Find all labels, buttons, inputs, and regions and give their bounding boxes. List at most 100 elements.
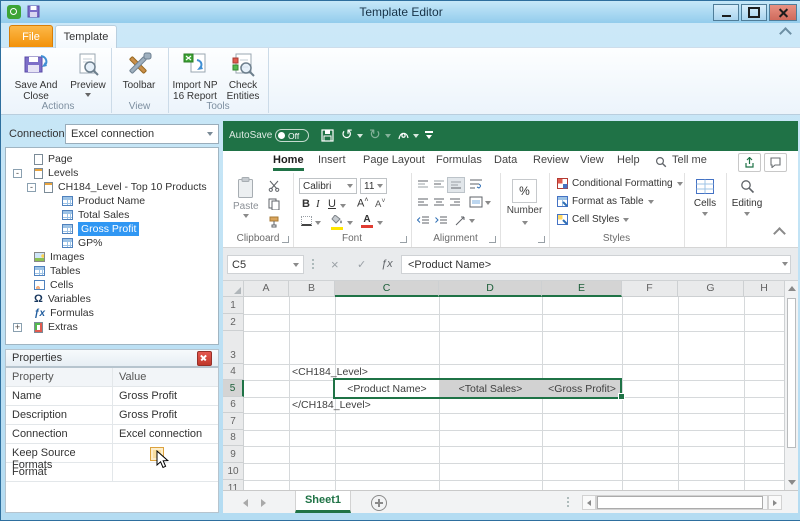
select-all-corner[interactable] bbox=[223, 281, 244, 297]
toolbar-button[interactable]: Toolbar bbox=[113, 50, 165, 91]
expand-formula-bar-caret[interactable] bbox=[782, 262, 788, 266]
fill-color-button[interactable] bbox=[331, 214, 344, 230]
enter-icon[interactable]: ✓ bbox=[357, 258, 366, 271]
row-header-3[interactable]: 3 bbox=[223, 331, 244, 364]
align-center-icon[interactable] bbox=[433, 198, 445, 207]
tree-item-variables[interactable]: Ω Variables bbox=[34, 292, 91, 306]
tabbar-resize-grip[interactable] bbox=[567, 496, 569, 508]
align-left-icon[interactable] bbox=[417, 198, 429, 207]
tree-item-product-name[interactable]: Product Name bbox=[62, 194, 145, 208]
share-button[interactable] bbox=[738, 153, 761, 172]
tab-template[interactable]: Template bbox=[55, 25, 117, 48]
customize-qat-icon[interactable] bbox=[425, 131, 433, 139]
font-color-button[interactable]: A bbox=[361, 213, 373, 228]
row-header-2[interactable]: 2 bbox=[223, 314, 244, 331]
property-row-connection[interactable]: Connection Excel connection bbox=[6, 425, 218, 444]
undo-icon[interactable]: ↺ bbox=[341, 126, 353, 143]
row-header-5[interactable]: 5 bbox=[223, 380, 244, 397]
property-row-format[interactable]: Format bbox=[6, 463, 218, 482]
next-sheet-arrow[interactable] bbox=[261, 499, 266, 507]
vertical-scrollbar[interactable] bbox=[784, 281, 798, 490]
tree-expander-ch184[interactable]: - bbox=[27, 183, 36, 192]
new-sheet-button[interactable] bbox=[371, 495, 387, 511]
row-header-6[interactable]: 6 bbox=[223, 397, 244, 413]
column-header-e[interactable]: E bbox=[542, 281, 622, 297]
cell-d5-selected[interactable]: <Total Sales> bbox=[439, 380, 542, 397]
excel-save-icon[interactable] bbox=[321, 129, 334, 145]
excel-tab-help[interactable]: Help bbox=[617, 154, 640, 166]
excel-tab-view[interactable]: View bbox=[580, 154, 604, 166]
merge-caret[interactable] bbox=[485, 201, 491, 205]
tree-item-levels[interactable]: Levels bbox=[34, 166, 78, 180]
prev-sheet-arrow[interactable] bbox=[243, 499, 248, 507]
ink-icon[interactable] bbox=[397, 129, 410, 145]
redo-icon[interactable]: ↻ bbox=[369, 126, 381, 143]
copy-button[interactable] bbox=[267, 197, 281, 211]
paste-button[interactable]: Paste bbox=[233, 177, 259, 218]
tree-item-cells[interactable]: Cells bbox=[34, 278, 73, 292]
app-collapse-ribbon-chevron[interactable] bbox=[779, 27, 792, 40]
font-name-combo[interactable]: Calibri bbox=[299, 178, 357, 194]
comments-button[interactable] bbox=[764, 153, 787, 172]
tree-item-formulas[interactable]: ƒx Formulas bbox=[34, 306, 94, 320]
properties-close-button[interactable] bbox=[197, 350, 212, 366]
format-painter-button[interactable] bbox=[267, 215, 281, 229]
align-top-icon[interactable] bbox=[417, 180, 429, 189]
decrease-indent-icon[interactable] bbox=[417, 216, 430, 225]
ink-caret[interactable] bbox=[413, 134, 419, 138]
sheet-tab-sheet1[interactable]: Sheet1 bbox=[295, 491, 351, 513]
excel-collapse-ribbon-chevron[interactable] bbox=[773, 227, 786, 240]
clipboard-dialog-launcher[interactable] bbox=[282, 236, 289, 243]
tree-item-page[interactable]: Page bbox=[34, 152, 73, 166]
property-row-description[interactable]: Description Gross Profit bbox=[6, 406, 218, 425]
vertical-scroll-thumb[interactable] bbox=[787, 298, 796, 448]
minimize-button[interactable] bbox=[713, 4, 739, 21]
property-row-name[interactable]: Name Gross Profit bbox=[6, 387, 218, 406]
scroll-down-arrow[interactable] bbox=[785, 475, 798, 490]
conditional-formatting-button[interactable]: Conditional Formatting bbox=[557, 178, 683, 189]
orientation-icon[interactable] bbox=[455, 215, 467, 226]
tell-me-label[interactable]: Tell me bbox=[672, 154, 707, 166]
tree-item-ch184-level[interactable]: CH184_Level - Top 10 Products bbox=[44, 180, 207, 194]
fill-caret[interactable] bbox=[347, 221, 353, 225]
cut-button[interactable] bbox=[267, 179, 281, 193]
excel-tab-home[interactable]: Home bbox=[273, 154, 304, 171]
redo-caret[interactable] bbox=[385, 134, 391, 138]
font-dialog-launcher[interactable] bbox=[400, 236, 407, 243]
save-and-close-button[interactable]: Save And Close bbox=[9, 50, 63, 102]
cell-e5-selected[interactable]: <Gross Profit> bbox=[542, 380, 622, 397]
cell-b6[interactable]: </CH184_Level> bbox=[289, 397, 371, 413]
tree-item-tables[interactable]: Tables bbox=[34, 264, 80, 278]
percent-style-button[interactable]: % bbox=[512, 179, 537, 203]
font-color-caret[interactable] bbox=[377, 221, 383, 225]
excel-tab-insert[interactable]: Insert bbox=[318, 154, 346, 166]
tree-item-gp-percent[interactable]: GP% bbox=[62, 236, 103, 250]
cell-styles-button[interactable]: Cell Styles bbox=[557, 214, 630, 225]
row-header-7[interactable]: 7 bbox=[223, 413, 244, 430]
row-header-9[interactable]: 9 bbox=[223, 446, 244, 463]
alignment-dialog-launcher[interactable] bbox=[489, 236, 496, 243]
autosave-toggle[interactable]: Off bbox=[275, 129, 309, 142]
tree-item-extras[interactable]: Extras bbox=[34, 320, 78, 334]
increase-indent-icon[interactable] bbox=[435, 216, 448, 225]
align-right-icon[interactable] bbox=[449, 198, 461, 207]
underline-button[interactable]: U bbox=[328, 198, 336, 210]
orientation-caret[interactable] bbox=[469, 219, 475, 223]
formula-bar-grip[interactable] bbox=[312, 258, 314, 270]
tree-expander-extras[interactable]: + bbox=[13, 323, 22, 332]
cells-button[interactable]: Cells bbox=[684, 179, 726, 216]
insert-function-icon[interactable]: ƒx bbox=[381, 258, 393, 270]
cancel-icon[interactable]: × bbox=[331, 257, 339, 272]
font-size-combo[interactable]: 11 bbox=[360, 178, 387, 194]
close-button[interactable] bbox=[769, 4, 797, 21]
name-box[interactable]: C5 bbox=[227, 255, 304, 274]
tree-item-images[interactable]: Images bbox=[34, 250, 84, 264]
hscroll-right-arrow[interactable] bbox=[768, 495, 782, 510]
column-header-b[interactable]: B bbox=[289, 281, 335, 297]
horizontal-scrollbar[interactable] bbox=[596, 495, 768, 510]
column-header-c[interactable]: C bbox=[335, 281, 439, 297]
fill-handle[interactable] bbox=[618, 393, 625, 400]
decrease-font-button[interactable]: A˅ bbox=[375, 198, 385, 210]
property-row-keep-source-formats[interactable]: Keep Source Formats bbox=[6, 444, 218, 471]
cell-b4[interactable]: <CH184_Level> bbox=[289, 364, 368, 380]
